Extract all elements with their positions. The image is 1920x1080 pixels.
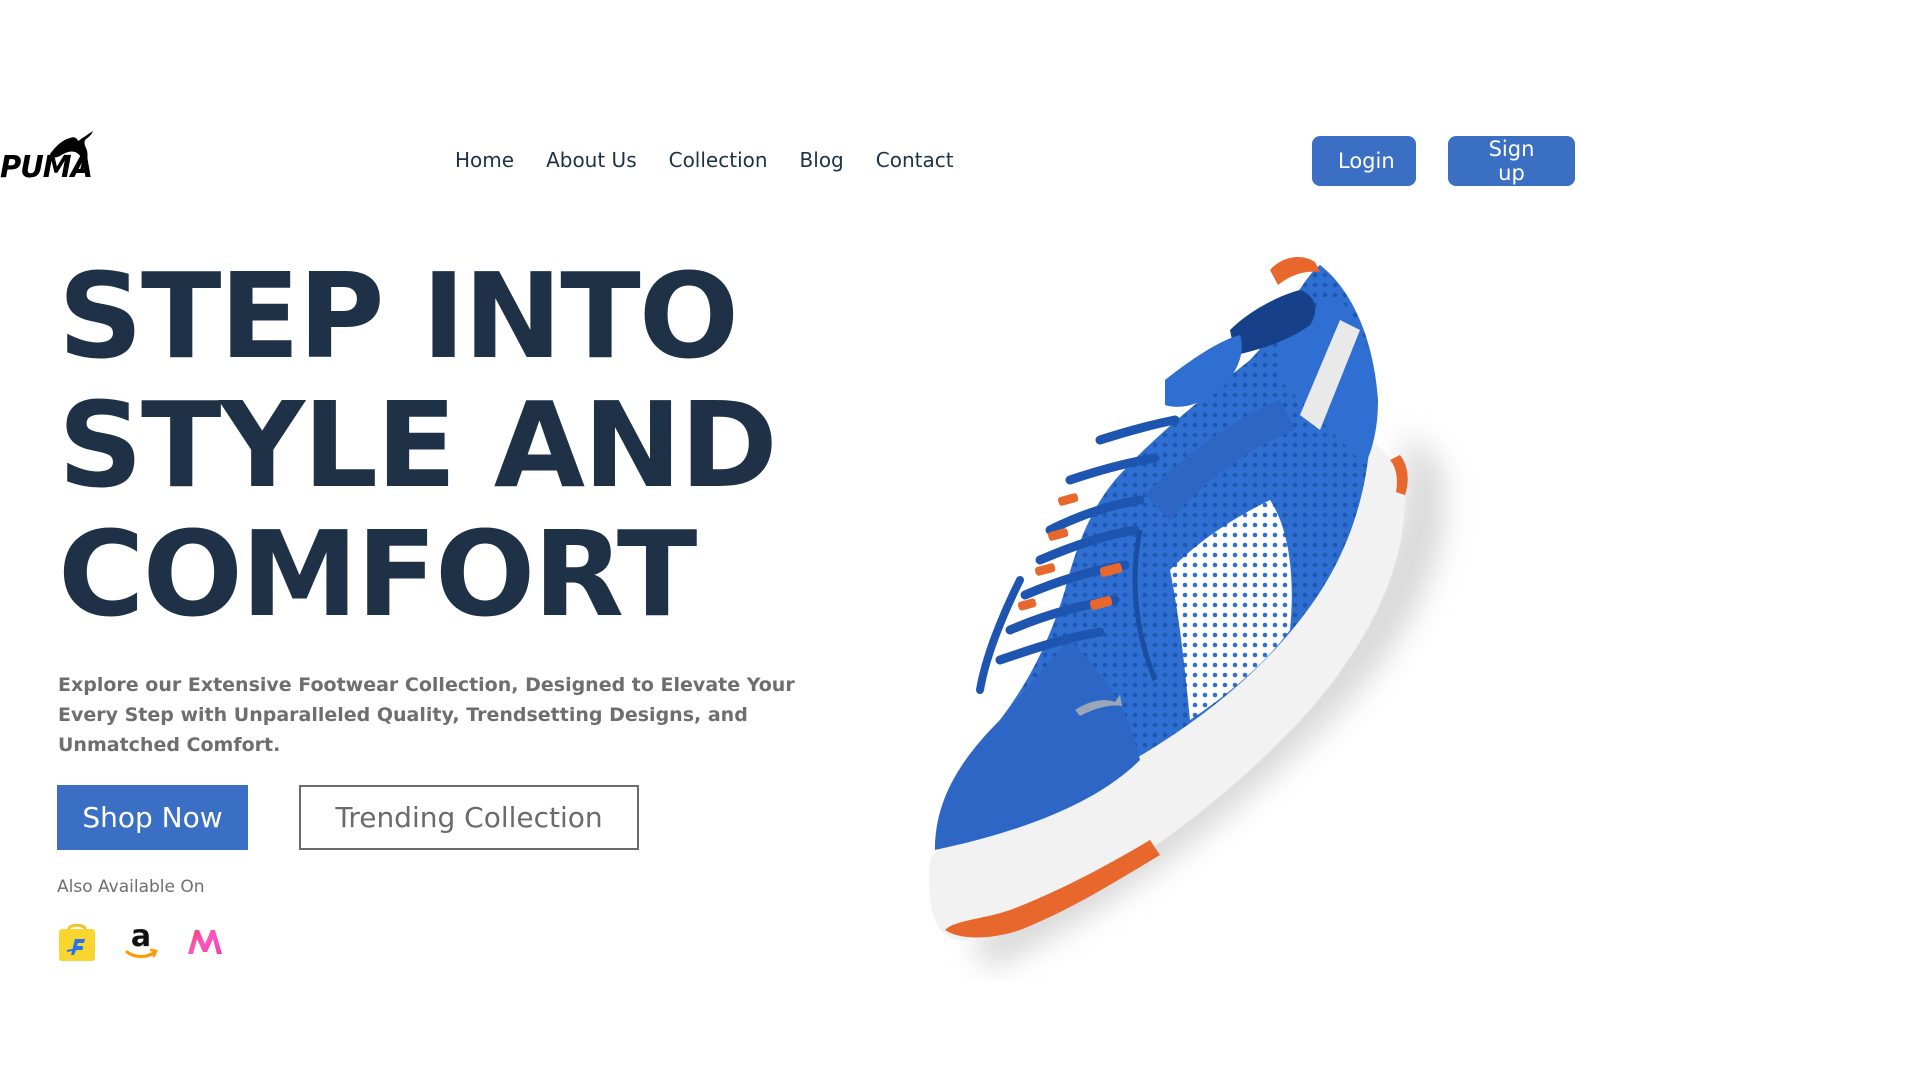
hero-description: Explore our Extensive Footwear Collectio… <box>58 674 795 756</box>
nav-about-us[interactable]: About Us <box>546 147 637 173</box>
trending-collection-button[interactable]: Trending Collection <box>299 785 639 850</box>
landing-page: PUMA Home About Us Collection Blog Conta… <box>0 0 1920 1080</box>
shop-now-button[interactable]: Shop Now <box>57 785 248 850</box>
flipkart-icon[interactable] <box>57 920 97 964</box>
also-available-label: Also Available On <box>57 877 205 897</box>
hero-shoe-image <box>900 240 1560 980</box>
hero-title: STEP INTO STYLE AND COMFORT <box>58 252 878 639</box>
nav-contact[interactable]: Contact <box>876 147 954 173</box>
svg-text:a: a <box>131 920 151 954</box>
login-button[interactable]: Login <box>1312 136 1416 186</box>
puma-logo[interactable]: PUMA <box>0 128 106 184</box>
myntra-icon[interactable] <box>185 920 225 964</box>
nav-blog[interactable]: Blog <box>800 147 844 173</box>
signup-button[interactable]: Sign up <box>1448 136 1575 186</box>
main-nav: Home About Us Collection Blog Contact <box>455 147 954 173</box>
amazon-icon[interactable]: a <box>121 920 161 964</box>
hero-title-line-3: COMFORT <box>58 505 697 643</box>
store-links: a <box>57 920 225 964</box>
hero-title-line-1: STEP INTO <box>58 247 739 385</box>
nav-home[interactable]: Home <box>455 147 514 173</box>
logo-wordmark: PUMA <box>0 148 93 185</box>
nav-collection[interactable]: Collection <box>669 147 768 173</box>
hero-title-line-2: STYLE AND <box>58 376 778 514</box>
